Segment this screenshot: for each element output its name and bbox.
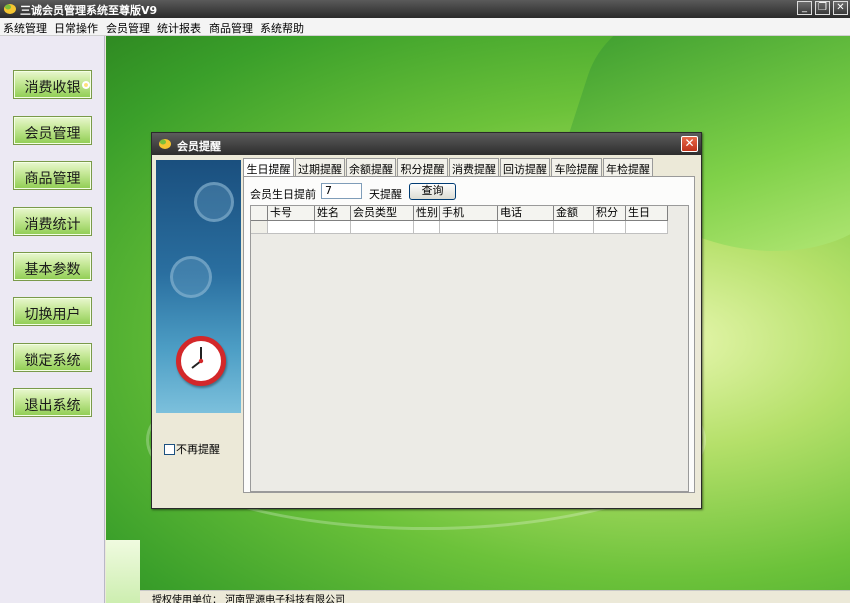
- tab-expiry[interactable]: 过期提醒: [295, 158, 345, 176]
- table-cell[interactable]: [554, 221, 594, 234]
- clock-icon: [194, 182, 234, 222]
- days-ahead-input[interactable]: 7: [321, 183, 362, 199]
- new-row-indicator[interactable]: [251, 221, 268, 234]
- no-more-reminder-checkbox[interactable]: [164, 444, 175, 455]
- nav-goods-button[interactable]: 商品管理: [13, 161, 92, 190]
- nav-switch-user-button[interactable]: 切换用户: [13, 297, 92, 326]
- nav-label: 退出系统: [24, 398, 81, 414]
- dialog-close-button[interactable]: ✕: [681, 136, 698, 152]
- dialog-app-icon: [159, 139, 171, 149]
- no-more-reminder[interactable]: 不再提醒: [164, 441, 220, 457]
- menu-daily[interactable]: 日常操作: [54, 20, 98, 36]
- restore-button[interactable]: ❐: [815, 1, 830, 15]
- birthday-tab-panel: 会员生日提前 7 天提醒 查询 卡号 姓名 会员类型 性别 手机 电话 金额 积…: [243, 176, 695, 493]
- tab-balance[interactable]: 余额提醒: [346, 158, 396, 176]
- query-button[interactable]: 查询: [409, 183, 456, 200]
- minimize-button[interactable]: _: [797, 1, 812, 15]
- row-indicator-header: [251, 206, 268, 221]
- table-cell[interactable]: [351, 221, 414, 234]
- tab-followup[interactable]: 回访提醒: [500, 158, 550, 176]
- col-member-type[interactable]: 会员类型: [351, 206, 414, 221]
- table-cell[interactable]: [414, 221, 440, 234]
- nav-label: 基本参数: [24, 262, 81, 278]
- menu-system[interactable]: 系统管理: [3, 20, 47, 36]
- tab-consumption[interactable]: 消费提醒: [449, 158, 499, 176]
- nav-label: 锁定系统: [24, 353, 81, 369]
- table-cell[interactable]: [268, 221, 315, 234]
- reminder-tabs: 生日提醒 过期提醒 余额提醒 积分提醒 消费提醒 回访提醒 车险提醒 年检提醒: [243, 158, 703, 177]
- nav-params-button[interactable]: 基本参数: [13, 252, 92, 281]
- clock-decoration-panel: [156, 160, 241, 413]
- menu-bar: 系统管理 日常操作 会员管理 统计报表 商品管理 系统帮助: [0, 18, 850, 36]
- col-mobile[interactable]: 手机: [440, 206, 498, 221]
- col-gender[interactable]: 性别: [414, 206, 440, 221]
- table-cell[interactable]: [315, 221, 351, 234]
- menu-reports[interactable]: 统计报表: [157, 20, 201, 36]
- license-text: 授权使用单位： 河南罡源电子科技有限公司: [152, 595, 346, 603]
- nav-label: 消费统计: [24, 217, 81, 233]
- alarm-clock-icon: [176, 336, 226, 386]
- member-grid[interactable]: 卡号 姓名 会员类型 性别 手机 电话 金额 积分 生日: [250, 205, 689, 492]
- window-titlebar: 三诚会员管理系统至尊版V9 _ ❐ ✕: [0, 0, 850, 18]
- col-phone[interactable]: 电话: [498, 206, 554, 221]
- nav-label: 消费收银: [24, 80, 81, 96]
- tab-annual-inspection[interactable]: 年检提醒: [603, 158, 653, 176]
- col-amount[interactable]: 金额: [554, 206, 594, 221]
- member-reminder-dialog: 会员提醒 ✕ 不再提醒 生日提醒 过期提醒 余额提醒 积分提醒 消费提醒 回访提…: [151, 132, 702, 509]
- status-bar: 授权使用单位： 河南罡源电子科技有限公司: [140, 590, 850, 603]
- nav-members-button[interactable]: 会员管理: [13, 116, 92, 145]
- window-title: 三诚会员管理系统至尊版V9: [20, 4, 158, 17]
- table-cell[interactable]: [626, 221, 668, 234]
- col-points[interactable]: 积分: [594, 206, 626, 221]
- tab-birthday[interactable]: 生日提醒: [243, 158, 294, 177]
- nav-label: 切换用户: [24, 307, 81, 323]
- menu-members[interactable]: 会员管理: [106, 20, 150, 36]
- app-icon: [4, 4, 16, 14]
- menu-help[interactable]: 系统帮助: [260, 20, 304, 36]
- col-name[interactable]: 姓名: [315, 206, 351, 221]
- tab-points[interactable]: 积分提醒: [397, 158, 448, 176]
- col-card-no[interactable]: 卡号: [268, 206, 315, 221]
- days-suffix-label: 天提醒: [369, 188, 402, 201]
- nav-label: 会员管理: [24, 126, 81, 142]
- flower-icon: [82, 81, 90, 89]
- days-ahead-label: 会员生日提前: [250, 188, 316, 201]
- nav-label: 商品管理: [24, 171, 81, 187]
- table-cell[interactable]: [440, 221, 498, 234]
- table-cell[interactable]: [498, 221, 554, 234]
- clock-icon: [170, 256, 212, 298]
- nav-checkout-button[interactable]: 消费收银: [13, 70, 92, 99]
- nav-lock-button[interactable]: 锁定系统: [13, 343, 92, 372]
- tab-car-insurance[interactable]: 车险提醒: [551, 158, 602, 176]
- col-birthday[interactable]: 生日: [626, 206, 668, 221]
- left-sidebar: 消费收银 会员管理 商品管理 消费统计 基本参数 切换用户 锁定系统 退出系统: [0, 36, 105, 603]
- close-button[interactable]: ✕: [833, 1, 848, 15]
- nav-stats-button[interactable]: 消费统计: [13, 207, 92, 236]
- dialog-titlebar: 会员提醒 ✕: [152, 133, 701, 155]
- nav-exit-button[interactable]: 退出系统: [13, 388, 92, 417]
- bottom-decoration: [106, 540, 140, 603]
- dialog-title: 会员提醒: [177, 140, 221, 153]
- menu-goods[interactable]: 商品管理: [209, 20, 253, 36]
- table-cell[interactable]: [594, 221, 626, 234]
- no-more-reminder-label: 不再提醒: [176, 443, 220, 456]
